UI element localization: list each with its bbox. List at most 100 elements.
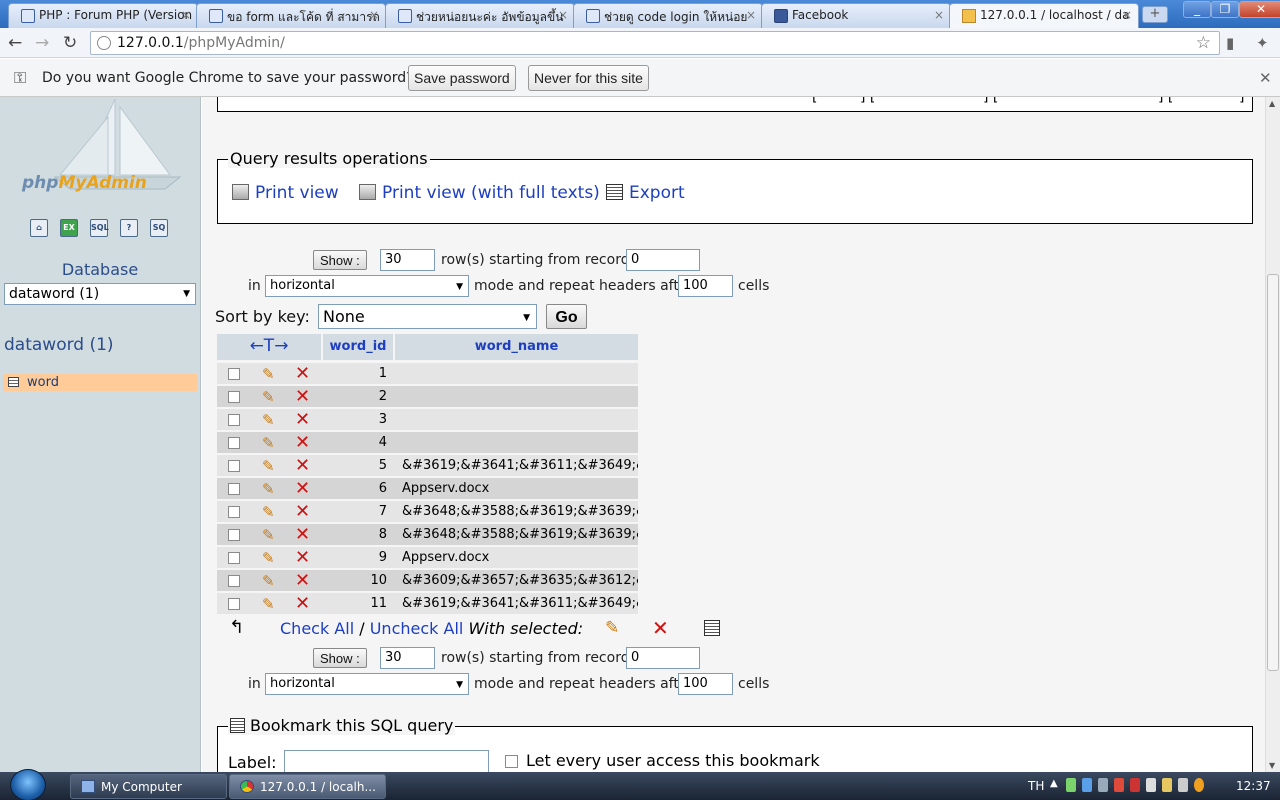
start-button[interactable] xyxy=(10,769,46,800)
row-checkbox[interactable] xyxy=(228,529,240,541)
bookmark-label-input[interactable] xyxy=(284,750,489,772)
volume-icon[interactable] xyxy=(1146,778,1156,792)
scroll-down-arrow-icon[interactable]: ▼ xyxy=(1269,761,1275,770)
edit-pencil-icon[interactable]: ✎ xyxy=(262,434,275,452)
forward-arrow-icon[interactable]: → xyxy=(35,33,49,53)
delete-icon[interactable]: ✕ xyxy=(295,478,310,499)
security-icon[interactable] xyxy=(1130,778,1140,792)
taskbar-item-my-computer[interactable]: My Computer xyxy=(70,774,227,799)
display-icon[interactable] xyxy=(1098,778,1108,792)
back-arrow-icon[interactable]: ← xyxy=(8,33,22,53)
delete-icon[interactable]: ✕ xyxy=(295,363,310,384)
print-view-full-link[interactable]: Print view (with full texts) xyxy=(359,183,600,203)
maximize-window-button[interactable]: ❐ xyxy=(1211,1,1239,18)
row-checkbox[interactable] xyxy=(228,575,240,587)
browser-tab-php-forum[interactable]: PHP : Forum PHP (Version × xyxy=(8,3,198,28)
edit-pencil-icon[interactable]: ✎ xyxy=(262,503,275,521)
never-for-this-site-button[interactable]: Never for this site xyxy=(528,65,649,91)
row-checkbox[interactable] xyxy=(228,552,240,564)
edit-pencil-icon[interactable]: ✎ xyxy=(262,411,275,429)
scrollbar-thumb[interactable] xyxy=(1267,274,1279,671)
edit-pencil-icon[interactable]: ✎ xyxy=(605,618,619,638)
delete-icon[interactable]: ✕ xyxy=(295,501,310,522)
go-button[interactable]: Go xyxy=(546,304,587,329)
export-icon[interactable] xyxy=(704,620,720,636)
browser-tab-form[interactable]: ขอ form และโค้ด ที่ สามารถ × xyxy=(196,3,386,28)
help-icon[interactable]: ? xyxy=(120,219,138,237)
home-icon[interactable]: ⌂ xyxy=(30,219,48,237)
sort-by-key-select[interactable]: None ▼ xyxy=(318,304,537,329)
keyboard-icon[interactable] xyxy=(1178,778,1188,792)
start-record-input-top[interactable]: 0 xyxy=(626,249,700,271)
row-checkbox[interactable] xyxy=(228,483,240,495)
edit-pencil-icon[interactable]: ✎ xyxy=(262,526,275,544)
row-checkbox[interactable] xyxy=(228,391,240,403)
row-checkbox[interactable] xyxy=(228,506,240,518)
network-icon[interactable] xyxy=(1082,778,1092,792)
clock[interactable]: 12:37 xyxy=(1236,779,1271,793)
language-indicator[interactable]: TH xyxy=(1028,779,1044,793)
database-name-link[interactable]: dataword (1) xyxy=(4,335,114,355)
edit-pencil-icon[interactable]: ✎ xyxy=(262,457,275,475)
browser-tab-facebook[interactable]: Facebook × xyxy=(761,3,951,28)
close-tab-icon[interactable]: × xyxy=(1122,8,1132,22)
row-checkbox[interactable] xyxy=(228,598,240,610)
export-link[interactable]: Export xyxy=(606,183,685,203)
address-bar[interactable]: 127.0.0.1/phpMyAdmin/ ☆ xyxy=(90,31,1220,55)
repeat-headers-input-top[interactable]: 100 xyxy=(678,275,733,297)
flag-icon[interactable] xyxy=(1114,778,1124,792)
close-tab-icon[interactable]: × xyxy=(369,8,379,22)
close-window-button[interactable]: ✕ xyxy=(1239,1,1280,18)
signal-icon[interactable] xyxy=(1066,778,1076,792)
row-checkbox[interactable] xyxy=(228,368,240,380)
wrench-icon[interactable]: ✦ xyxy=(1256,34,1269,52)
page-action-icon[interactable]: ▮ xyxy=(1226,34,1234,52)
start-record-input-bottom[interactable]: 0 xyxy=(626,647,700,669)
save-password-button[interactable]: Save password xyxy=(408,65,516,91)
rows-input-top[interactable]: 30 xyxy=(380,249,435,271)
battery-icon[interactable] xyxy=(1162,778,1172,792)
uncheck-all-link[interactable]: Uncheck All xyxy=(370,619,464,638)
close-tab-icon[interactable]: × xyxy=(746,8,756,22)
delete-icon[interactable]: ✕ xyxy=(295,547,310,568)
mode-select-top[interactable]: horizontal ▼ xyxy=(265,275,469,297)
close-tab-icon[interactable]: × xyxy=(181,8,191,22)
close-tab-icon[interactable]: × xyxy=(934,8,944,22)
edit-pencil-icon[interactable]: ✎ xyxy=(262,365,275,383)
rows-input-bottom[interactable]: 30 xyxy=(380,647,435,669)
update-icon[interactable] xyxy=(1194,778,1204,792)
show-button-bottom[interactable]: Show : xyxy=(313,648,367,668)
edit-pencil-icon[interactable]: ✎ xyxy=(262,595,275,613)
delete-icon[interactable]: ✕ xyxy=(295,524,310,545)
delete-icon[interactable]: ✕ xyxy=(652,616,669,640)
edit-pencil-icon[interactable]: ✎ xyxy=(262,480,275,498)
delete-icon[interactable]: ✕ xyxy=(295,593,310,614)
row-checkbox[interactable] xyxy=(228,437,240,449)
column-header-word-id[interactable]: word_id xyxy=(323,334,393,360)
delete-icon[interactable]: ✕ xyxy=(295,455,310,476)
mode-select-bottom[interactable]: horizontal ▼ xyxy=(265,673,469,695)
row-checkbox[interactable] xyxy=(228,460,240,472)
reload-icon[interactable]: ↻ xyxy=(63,33,77,53)
database-select[interactable]: dataword (1) ▼ xyxy=(4,283,196,305)
row-checkbox[interactable] xyxy=(228,414,240,426)
taskbar-item-chrome[interactable]: 127.0.0.1 / localh... xyxy=(229,774,386,799)
minimize-window-button[interactable]: _ xyxy=(1183,1,1211,18)
new-tab-button[interactable]: + xyxy=(1142,6,1168,23)
show-button-top[interactable]: Show : xyxy=(313,250,367,270)
vertical-scrollbar[interactable]: ▲ ▼ xyxy=(1265,97,1280,772)
delete-icon[interactable]: ✕ xyxy=(295,432,310,453)
check-all-link[interactable]: Check All xyxy=(280,619,354,638)
sql-docs-icon[interactable]: SQ xyxy=(150,219,168,237)
bookmark-public-checkbox[interactable] xyxy=(505,755,518,768)
delete-icon[interactable]: ✕ xyxy=(295,570,310,591)
show-hidden-icons-icon[interactable]: ▲ xyxy=(1050,778,1058,789)
sidebar-item-word[interactable]: word xyxy=(3,374,197,391)
sql-query-icon[interactable]: SQL xyxy=(90,219,109,237)
edit-pencil-icon[interactable]: ✎ xyxy=(262,549,275,567)
column-header-word-name[interactable]: word_name xyxy=(395,334,638,360)
delete-icon[interactable]: ✕ xyxy=(295,409,310,430)
browser-tab-upload[interactable]: ช่วยหน่อยนะค่ะ อัพข้อมูลขึ้น × xyxy=(385,3,575,28)
print-view-link[interactable]: Print view xyxy=(232,183,339,203)
close-infobar-icon[interactable]: ✕ xyxy=(1259,69,1272,87)
